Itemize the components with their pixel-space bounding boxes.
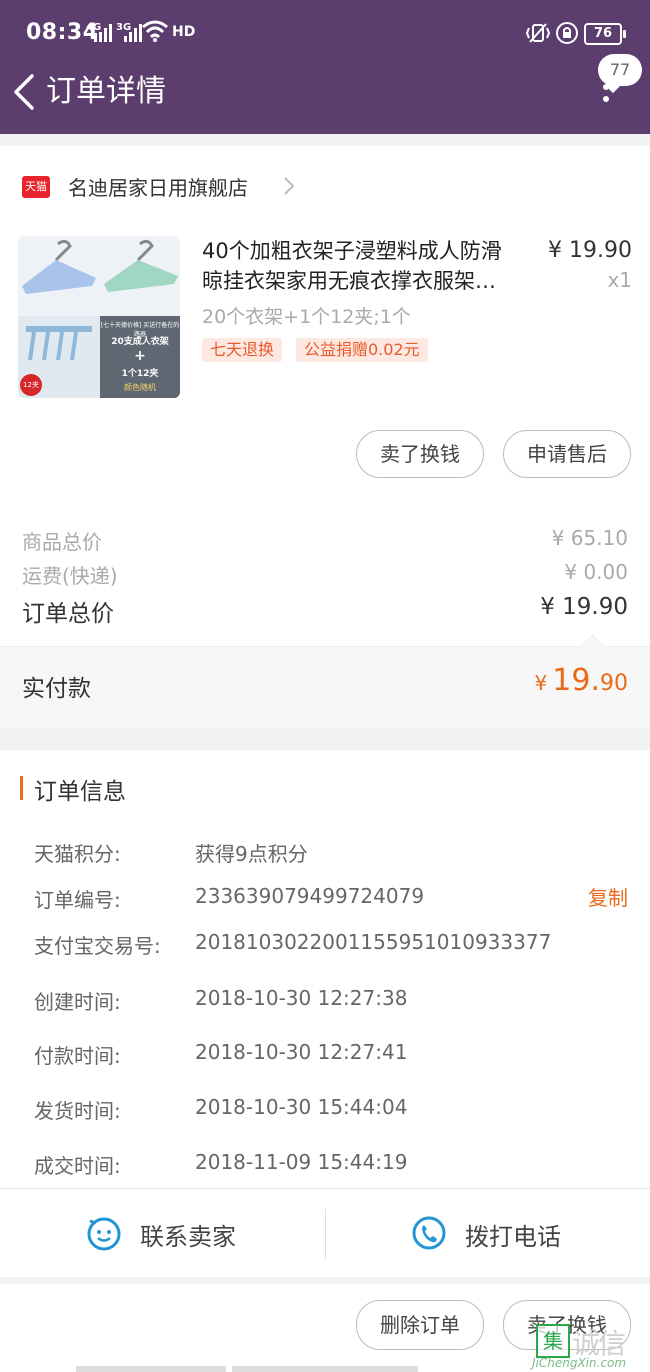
signal-icon-2: [124, 24, 142, 42]
product-thumbnail[interactable]: [七十天德价格] 买送行备在的路器 20支成人衣架 + 1个12夹 颜色随机 1…: [18, 236, 180, 398]
order-total-value: ¥ 19.90: [540, 594, 628, 620]
product-sku: 20个衣架+1个12夹;1个: [202, 306, 411, 328]
product-title[interactable]: 40个加粗衣架子浸塑料成人防滑 晾挂衣架家用无痕衣撑衣服架…: [202, 236, 542, 296]
back-arrow-icon[interactable]: [10, 72, 40, 112]
product-title-line1: 40个加粗衣架子浸塑料成人防滑: [202, 239, 502, 263]
thumb-line3: 颜色随机: [124, 383, 156, 392]
goods-total-value: ¥ 65.10: [551, 526, 628, 550]
contact-seller-label: 联系卖家: [140, 1223, 236, 1251]
vibrate-icon: [526, 23, 550, 43]
info-label: 支付宝交易号:: [34, 934, 161, 958]
wifi-icon: [142, 20, 168, 42]
paid-value: ¥ 19.90: [534, 663, 628, 698]
product-quantity: x1: [607, 268, 632, 292]
chevron-right-icon: [284, 177, 295, 195]
section-accent-bar: [20, 776, 23, 800]
tmall-logo-icon: 天猫: [22, 176, 50, 198]
battery-icon: 76: [584, 23, 626, 45]
goods-total-label: 商品总价: [22, 530, 102, 554]
status-bar: 08:34 4G 3G HD 76: [0, 0, 650, 66]
shop-link[interactable]: 天猫 名迪居家日用旗舰店: [0, 164, 650, 208]
call-phone-button[interactable]: 拨打电话: [325, 1189, 650, 1277]
contact-bar: 联系卖家 拨打电话: [0, 1188, 650, 1277]
info-value: 2018-10-30 12:27:38: [195, 986, 408, 1010]
delete-order-button[interactable]: 删除订单: [356, 1300, 484, 1350]
paid-currency: ¥: [534, 671, 548, 695]
paid-int: 19.: [552, 663, 600, 698]
info-value: 2018-10-30 12:27:41: [195, 1040, 408, 1064]
thumb-corner-badge: 12夹: [20, 374, 42, 396]
info-label: 付款时间:: [34, 1044, 121, 1068]
page-title: 订单详情: [46, 74, 166, 109]
info-value: 2018-11-09 15:44:19: [195, 1150, 408, 1174]
watermark-en: JiChengXin.com: [532, 1356, 627, 1370]
paid-label: 实付款: [22, 676, 91, 702]
thumb-line1: 20支成人衣架: [111, 337, 169, 347]
order-total-row: 订单总价 ¥ 19.90: [22, 594, 628, 628]
more-menu-icon[interactable]: [596, 84, 616, 114]
info-label: 创建时间:: [34, 990, 121, 1014]
product-price: ¥ 19.90: [548, 238, 632, 263]
shipping-row: 运费(快递) ¥ 0.00: [22, 560, 628, 589]
order-info-title: 订单信息: [34, 779, 126, 805]
info-label: 发货时间:: [34, 1099, 121, 1123]
lock-icon: [556, 22, 578, 44]
info-label: 订单编号:: [34, 888, 121, 912]
sell-for-cash-button[interactable]: 卖了换钱: [356, 430, 484, 478]
order-info-section: 订单信息 天猫积分: 获得9点积分 订单编号: 233639079499724079…: [0, 750, 650, 1190]
goods-total-row: 商品总价 ¥ 65.10: [22, 526, 628, 555]
info-value: 233639079499724079: [195, 884, 425, 908]
order-total-label: 订单总价: [22, 601, 114, 627]
signal-icon: [94, 24, 112, 42]
tag-charity: 公益捐赠0.02元: [296, 338, 428, 362]
scroll-indicator-2: [232, 1366, 418, 1372]
shipping-label: 运费(快递): [22, 564, 118, 588]
after-sale-button[interactable]: 申请售后: [503, 430, 631, 478]
paid-dec: 90: [600, 671, 628, 696]
watermark-logo: 集 诚信 JiChengXin.com: [532, 1318, 650, 1372]
info-label: 天猫积分:: [34, 842, 121, 866]
call-phone-label: 拨打电话: [465, 1223, 561, 1251]
info-value: 获得9点积分: [195, 842, 308, 866]
thumb-plus: +: [134, 348, 146, 364]
contact-seller-button[interactable]: 联系卖家: [0, 1189, 325, 1277]
shipping-value: ¥ 0.00: [564, 560, 628, 584]
paid-amount-row: 实付款 ¥ 19.90: [0, 634, 650, 729]
scroll-indicator: [76, 1366, 226, 1372]
chat-face-icon: [87, 1217, 121, 1251]
watermark-box: 集: [536, 1324, 570, 1358]
message-count-badge[interactable]: 77: [598, 54, 642, 86]
phone-icon: [412, 1216, 446, 1250]
product-title-line2: 晾挂衣架家用无痕衣撑衣服架…: [202, 269, 496, 293]
tag-seven-day-return: 七天退换: [202, 338, 283, 362]
order-card: 天猫 名迪居家日用旗舰店 [七十天德价格] 买送行备在的路器 20支成人衣架 +…: [0, 146, 650, 729]
info-value: 2018103022001155951010933377: [195, 930, 552, 954]
paid-notch: [580, 634, 605, 659]
shop-name: 名迪居家日用旗舰店: [68, 176, 248, 200]
info-value: 2018-10-30 15:44:04: [195, 1095, 408, 1119]
copy-order-number-button[interactable]: 复制: [588, 882, 628, 911]
hd-icon: HD: [172, 24, 196, 40]
app-header: 08:34 4G 3G HD 76 订单详情 77: [0, 0, 650, 134]
info-label: 成交时间:: [34, 1154, 121, 1178]
thumb-line2: 1个12夹: [121, 369, 159, 379]
